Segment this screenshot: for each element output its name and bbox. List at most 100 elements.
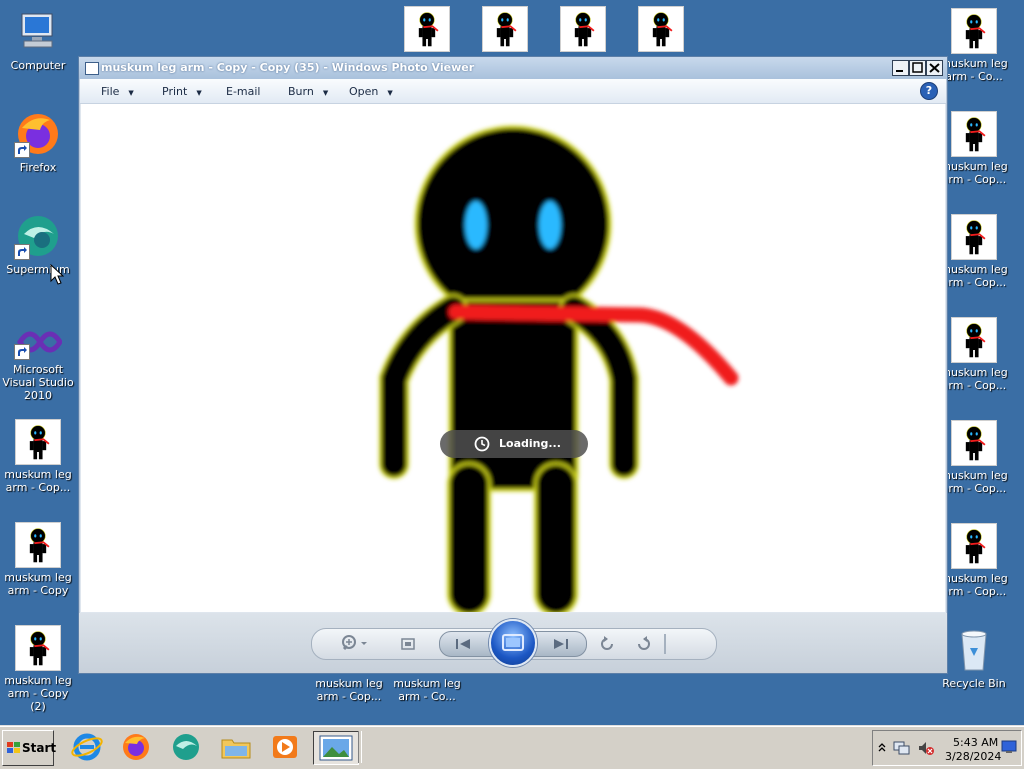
shortcut-arrow-icon — [14, 344, 30, 360]
desktop-icon-label-only[interactable]: muskum leg arm - Cop... — [311, 677, 387, 703]
menu-print-label: Print — [162, 85, 188, 98]
zoom-button[interactable] — [340, 634, 367, 654]
viewer-controls-bar — [79, 613, 947, 673]
clock-icon — [474, 436, 490, 452]
previous-icon — [456, 639, 470, 649]
start-button[interactable]: Start — [2, 730, 57, 766]
show-desktop-icon — [1001, 740, 1017, 753]
zoom-icon — [342, 635, 367, 651]
taskbar-media-player[interactable] — [268, 731, 302, 763]
desktop-icon-image-file[interactable] — [638, 6, 684, 55]
photo-viewer-app-icon — [85, 62, 99, 75]
actual-size-button[interactable] — [398, 634, 420, 654]
start-label: Start — [22, 741, 57, 755]
desktop-icon-image-file[interactable]: muskum leg arm - Copy — [0, 522, 76, 597]
menu-open[interactable]: Open ▼ — [349, 85, 393, 98]
taskbar-supermium[interactable] — [169, 731, 203, 763]
menu-email[interactable]: E-mail — [226, 85, 261, 98]
media-player-icon — [273, 736, 297, 758]
volume-tray-icon[interactable] — [917, 739, 935, 760]
loading-indicator: Loading... — [440, 430, 588, 458]
image-thumbnail-icon — [951, 523, 997, 569]
taskbar-internet-explorer[interactable] — [70, 731, 104, 763]
delete-separator — [664, 634, 666, 654]
taskbar: Start 5:43 AM 3/28/2024 — [0, 726, 1024, 769]
desktop-icon-image-file[interactable]: muskum leg arm - Cop... — [0, 419, 76, 494]
dropdown-arrow-icon: ▼ — [196, 89, 202, 97]
rotate-right-icon — [638, 636, 650, 650]
slideshow-button[interactable] — [489, 619, 537, 667]
photo-viewer-window[interactable]: muskum leg arm - Copy - Copy (35) - Wind… — [78, 56, 948, 674]
menu-burn[interactable]: Burn ▼ — [288, 85, 328, 98]
minimize-button[interactable] — [892, 60, 909, 76]
taskbar-photo-viewer[interactable] — [313, 731, 359, 765]
slideshow-icon — [502, 634, 524, 651]
show-desktop-button[interactable] — [1001, 740, 1017, 757]
desktop-icon-label: Firefox — [19, 161, 57, 174]
desktop-icon-image-file[interactable]: muskum leg arm - Copy (2) — [0, 625, 76, 713]
show-hidden-icons-button[interactable] — [877, 740, 887, 757]
desktop-icon-computer[interactable]: Computer — [0, 8, 76, 72]
image-thumbnail-icon — [15, 522, 61, 568]
image-canvas[interactable]: Loading... — [81, 104, 945, 612]
image-thumbnail-icon — [404, 6, 450, 52]
system-tray: 5:43 AM 3/28/2024 — [872, 730, 1022, 766]
rotate-clockwise-button[interactable] — [633, 634, 655, 654]
desktop-icon-image-file[interactable] — [404, 6, 450, 55]
supermium-icon — [14, 212, 62, 260]
image-thumbnail-icon — [15, 625, 61, 671]
menu-print[interactable]: Print ▼ — [162, 85, 202, 98]
loading-text: Loading... — [499, 437, 561, 450]
desktop-icon-visual-studio[interactable]: Microsoft Visual Studio 2010 — [0, 324, 76, 402]
desktop-icon-label: Computer — [10, 59, 66, 72]
image-thumbnail-icon — [951, 214, 997, 260]
recycle-bin-icon — [950, 626, 998, 674]
windows-logo-icon — [7, 742, 20, 753]
dropdown-arrow-icon: ▼ — [128, 89, 134, 97]
photo-viewer-icon — [319, 735, 353, 761]
network-tray-icon[interactable] — [893, 739, 911, 760]
taskbar-firefox[interactable] — [119, 731, 153, 763]
network-icon — [893, 741, 910, 755]
internet-explorer-icon — [71, 733, 103, 761]
image-thumbnail-icon — [951, 111, 997, 157]
rotate-counterclockwise-button[interactable] — [598, 634, 620, 654]
desktop-icon-label: Microsoft Visual Studio 2010 — [2, 363, 74, 402]
desktop-icon-label: muskum leg arm - Co... — [393, 677, 461, 703]
dropdown-arrow-icon: ▼ — [322, 89, 329, 97]
menu-email-label: E-mail — [226, 85, 261, 98]
desktop-icon-label: Recycle Bin — [942, 677, 1006, 690]
menu-open-label: Open — [349, 85, 379, 98]
window-titlebar[interactable]: muskum leg arm - Copy - Copy (35) - Wind… — [79, 57, 947, 79]
menu-file[interactable]: File ▼ — [101, 85, 134, 98]
minimize-icon — [896, 70, 903, 72]
clock-time[interactable]: 5:43 AM — [953, 736, 998, 749]
rotate-left-icon — [601, 636, 613, 650]
taskbar-file-explorer[interactable] — [219, 731, 253, 763]
desktop-icon-supermium[interactable]: Supermium — [0, 212, 76, 276]
desktop-icon-label-only[interactable]: muskum leg arm - Co... — [389, 677, 465, 703]
clock-date[interactable]: 3/28/2024 — [945, 750, 1001, 763]
next-button[interactable] — [550, 634, 572, 654]
supermium-icon — [173, 734, 199, 760]
desktop-icon-label: muskum leg arm - Cop... — [4, 468, 72, 494]
image-thumbnail-icon — [15, 419, 61, 465]
mouse-cursor-icon — [50, 264, 64, 285]
maximize-button[interactable] — [909, 60, 926, 76]
help-icon[interactable]: ? — [920, 82, 938, 100]
firefox-icon — [14, 110, 62, 158]
dropdown-arrow-icon: ▼ — [387, 89, 393, 97]
image-thumbnail-icon — [951, 317, 997, 363]
desktop-icon-firefox[interactable]: Firefox — [0, 110, 76, 174]
actual-size-icon — [401, 638, 415, 650]
image-thumbnail-icon — [560, 6, 606, 52]
folder-icon — [221, 739, 251, 759]
previous-button[interactable] — [452, 634, 474, 654]
stickman-image — [379, 125, 739, 612]
menu-bar: File ▼ Print ▼ E-mail Burn ▼ Open ▼ ? — [80, 79, 946, 104]
close-button[interactable] — [926, 60, 943, 76]
desktop-icon-image-file[interactable] — [560, 6, 606, 55]
close-icon — [929, 63, 940, 73]
volume-muted-icon — [919, 742, 934, 755]
desktop-icon-image-file[interactable] — [482, 6, 528, 55]
